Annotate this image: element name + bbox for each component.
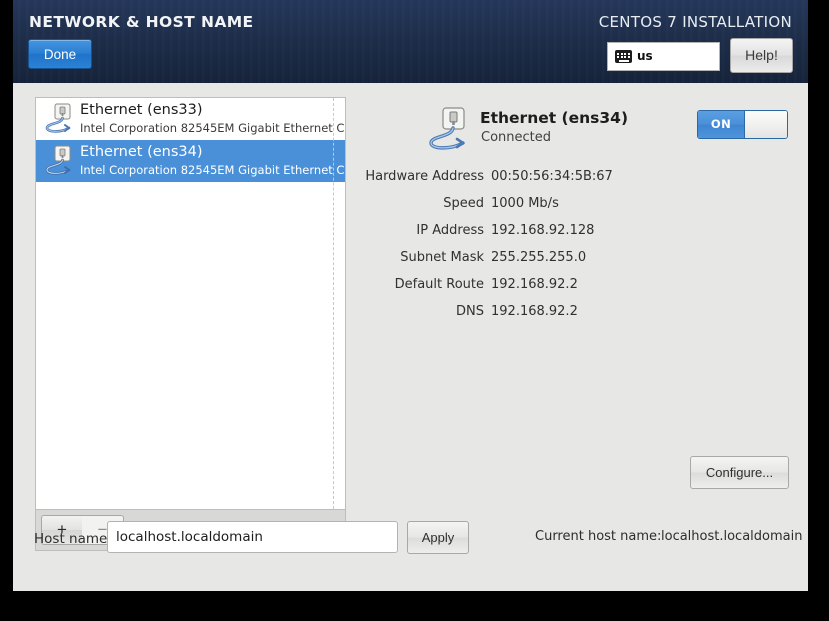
list-item-text: Ethernet (ens34) Intel Corporation 82545… bbox=[80, 142, 345, 178]
property-label: Speed bbox=[443, 196, 484, 211]
network-device-list[interactable]: Ethernet (ens33) Intel Corporation 82545… bbox=[35, 97, 346, 510]
device-description: Intel Corporation 82545EM Gigabit Ethern… bbox=[80, 163, 345, 177]
apply-button[interactable]: Apply bbox=[407, 521, 469, 554]
property-label: IP Address bbox=[416, 223, 484, 238]
detail-connection-state: Connected bbox=[481, 130, 552, 145]
network-enable-toggle[interactable]: ON bbox=[697, 110, 788, 139]
list-item[interactable]: Ethernet (ens34) Intel Corporation 82545… bbox=[36, 140, 345, 182]
keyboard-layout-indicator[interactable]: us bbox=[607, 42, 720, 71]
content-area: Ethernet (ens33) Intel Corporation 82545… bbox=[13, 83, 808, 591]
detail-device-name: Ethernet (ens34) bbox=[480, 109, 629, 127]
list-item-text: Ethernet (ens33) Intel Corporation 82545… bbox=[80, 100, 345, 136]
property-value: 192.168.92.128 bbox=[491, 223, 595, 238]
wired-network-icon bbox=[43, 145, 77, 177]
property-label: DNS bbox=[456, 304, 484, 319]
property-label: Default Route bbox=[394, 277, 484, 292]
property-row: IP Address 192.168.92.128 bbox=[358, 217, 788, 244]
property-value: 192.168.92.2 bbox=[491, 277, 578, 292]
installation-title: CENTOS 7 INSTALLATION bbox=[598, 13, 792, 31]
wired-network-icon bbox=[426, 107, 474, 153]
current-hostname-label: Current host name: bbox=[535, 529, 662, 544]
header-bar: NETWORK & HOST NAME CENTOS 7 INSTALLATIO… bbox=[13, 0, 808, 83]
property-row: Speed 1000 Mb/s bbox=[358, 190, 788, 217]
configure-button[interactable]: Configure... bbox=[690, 456, 789, 489]
device-detail-panel: Ethernet (ens34) Connected ON Hardware A… bbox=[358, 97, 789, 510]
property-value: 1000 Mb/s bbox=[491, 196, 559, 211]
installer-window: NETWORK & HOST NAME CENTOS 7 INSTALLATIO… bbox=[13, 0, 808, 591]
done-button[interactable]: Done bbox=[28, 39, 92, 69]
property-label: Subnet Mask bbox=[400, 250, 484, 265]
current-hostname-value: localhost.localdomain bbox=[661, 529, 803, 544]
toggle-on-label: ON bbox=[698, 111, 744, 138]
help-button[interactable]: Help! bbox=[730, 38, 793, 73]
device-name: Ethernet (ens33) bbox=[80, 102, 203, 118]
property-row: Hardware Address 00:50:56:34:5B:67 bbox=[358, 163, 788, 190]
wired-network-icon bbox=[43, 103, 77, 135]
device-description: Intel Corporation 82545EM Gigabit Ethern… bbox=[80, 121, 345, 135]
toggle-knob bbox=[744, 111, 787, 138]
property-value: 00:50:56:34:5B:67 bbox=[491, 169, 613, 184]
keyboard-layout-label: us bbox=[637, 49, 653, 63]
device-properties: Hardware Address 00:50:56:34:5B:67 Speed… bbox=[358, 163, 788, 325]
property-value: 192.168.92.2 bbox=[491, 304, 578, 319]
keyboard-icon bbox=[615, 50, 632, 63]
device-name: Ethernet (ens34) bbox=[80, 144, 203, 160]
property-row: Default Route 192.168.92.2 bbox=[358, 271, 788, 298]
hostname-label: Host name: bbox=[34, 531, 112, 547]
property-value: 255.255.255.0 bbox=[491, 250, 587, 265]
page-title: NETWORK & HOST NAME bbox=[29, 13, 254, 31]
property-row: DNS 192.168.92.2 bbox=[358, 298, 788, 325]
list-item[interactable]: Ethernet (ens33) Intel Corporation 82545… bbox=[36, 98, 345, 140]
hostname-input[interactable] bbox=[107, 521, 398, 553]
property-row: Subnet Mask 255.255.255.0 bbox=[358, 244, 788, 271]
property-label: Hardware Address bbox=[365, 169, 484, 184]
